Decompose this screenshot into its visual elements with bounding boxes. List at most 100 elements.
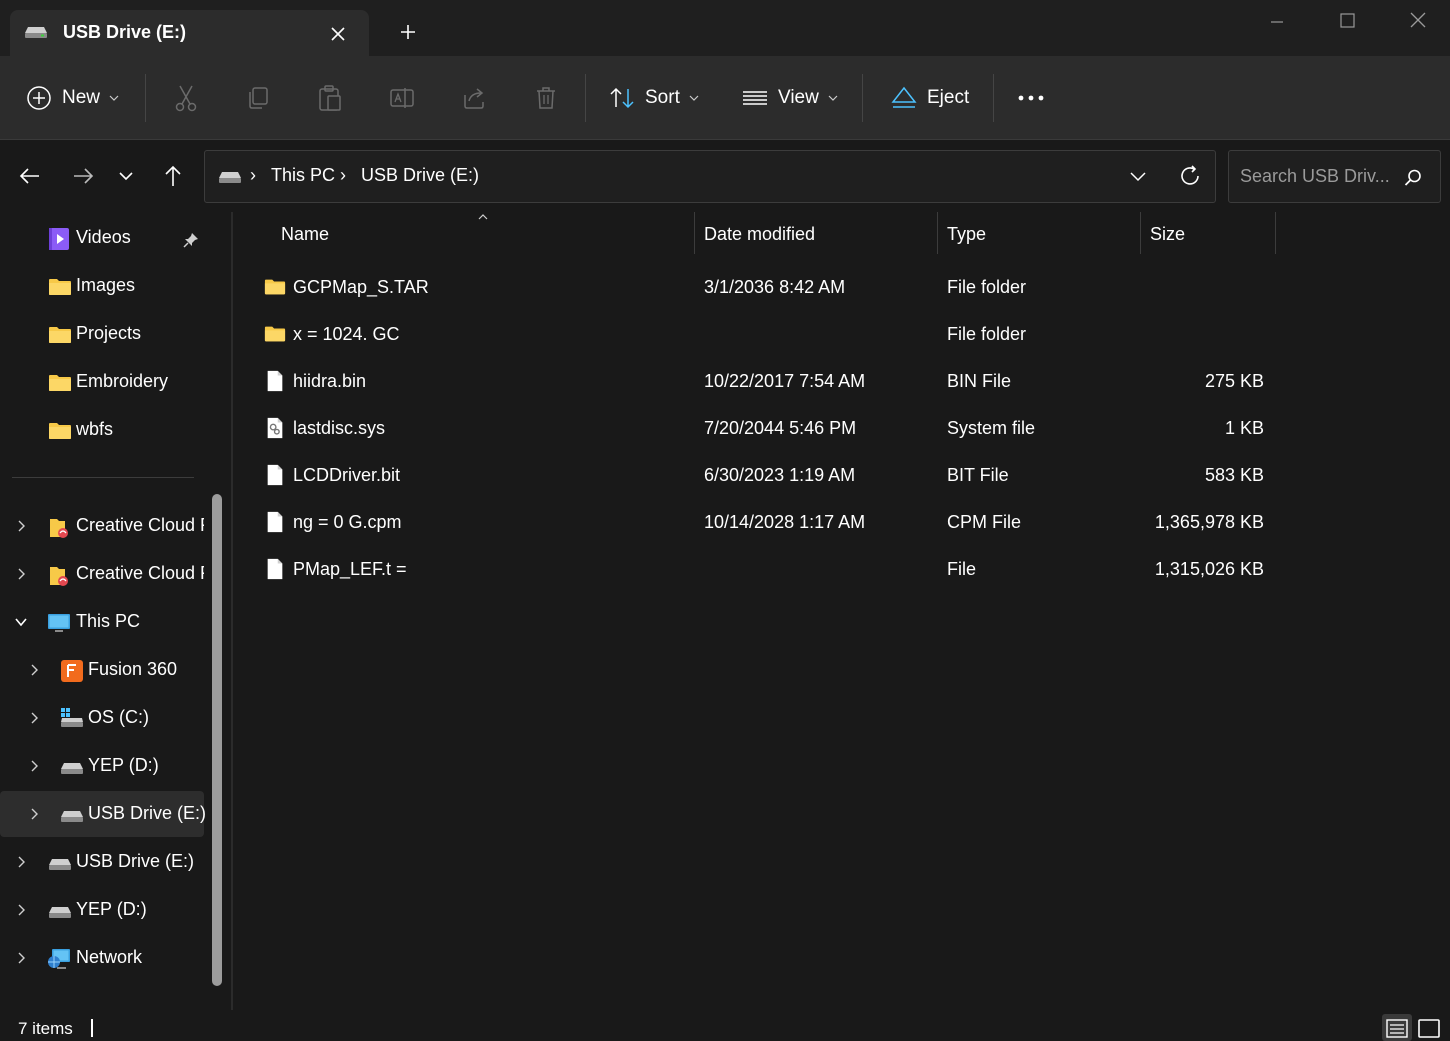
sidebar-item-label: Videos: [76, 227, 131, 247]
close-tab-icon[interactable]: [326, 22, 350, 46]
table-row[interactable]: ng = 0 G.cpm 10/14/2028 1:17 AM CPM File…: [233, 498, 1450, 545]
file-size: 1,315,026 KB: [1154, 559, 1264, 579]
close-window-icon[interactable]: [1404, 8, 1432, 36]
creative-cloud-icon: [50, 519, 68, 538]
sidebar-item-label: Network: [76, 947, 143, 967]
chevron-right-icon[interactable]: [14, 855, 28, 869]
table-row[interactable]: lastdisc.sys 7/20/2044 5:46 PM System fi…: [233, 404, 1450, 451]
minimize-icon[interactable]: [1263, 8, 1291, 36]
chevron-down-icon[interactable]: [1128, 166, 1148, 186]
sort-button[interactable]: Sort: [609, 82, 700, 114]
drive-icon: [61, 763, 83, 774]
table-row[interactable]: LCDDriver.bit 6/30/2023 1:19 AM BIT File…: [233, 451, 1450, 498]
sidebar-item-creative-cloud[interactable]: Creative Cloud F: [0, 551, 204, 597]
table-row[interactable]: GCPMap_S.TAR 3/1/2036 8:42 AM File folde…: [233, 263, 1450, 310]
table-row[interactable]: x = 1024. GC File folder: [233, 310, 1450, 357]
chevron-down-icon[interactable]: [14, 615, 28, 629]
new-tab-icon[interactable]: [396, 20, 420, 44]
tab-usb-drive[interactable]: USB Drive (E:): [10, 10, 369, 56]
share-button[interactable]: [461, 82, 487, 114]
sort-label: Sort: [645, 87, 680, 108]
delete-button[interactable]: [533, 82, 559, 114]
details-view-icon[interactable]: [1382, 1014, 1412, 1041]
table-row[interactable]: hiidra.bin 10/22/2017 7:54 AM BIN File 2…: [233, 357, 1450, 404]
sidebar-scrollbar[interactable]: [212, 494, 222, 986]
maximize-icon[interactable]: [1333, 8, 1361, 36]
cut-button[interactable]: [173, 82, 199, 114]
system-file-icon: [267, 417, 283, 439]
sidebar-item-fusion-360[interactable]: Fusion 360: [0, 647, 204, 693]
file-size: 275 KB: [1204, 371, 1264, 391]
sidebar-item-usb-drive-e[interactable]: USB Drive (E:): [0, 839, 204, 885]
forward-arrow-icon[interactable]: [69, 162, 97, 190]
view-button[interactable]: View: [742, 82, 839, 114]
file-name: hiidra.bin: [293, 371, 367, 391]
breadcrumb-usb-drive[interactable]: USB Drive (E:): [361, 165, 479, 186]
folder-icon: [49, 375, 71, 391]
file-icon: [267, 511, 283, 533]
sidebar-item-creative-cloud[interactable]: Creative Cloud F: [0, 503, 204, 549]
sidebar-item-embroidery[interactable]: Embroidery: [0, 359, 204, 405]
chevron-right-icon[interactable]: [27, 711, 41, 725]
sidebar-item-usb-drive-e[interactable]: USB Drive (E:): [0, 791, 206, 837]
file-type: File: [947, 559, 977, 579]
column-header-type[interactable]: Type: [947, 224, 986, 245]
more-options-button[interactable]: [1017, 82, 1045, 114]
column-divider[interactable]: [1275, 212, 1276, 254]
up-arrow-icon[interactable]: [159, 162, 187, 190]
sidebar-item-label: This PC: [76, 611, 141, 631]
chevron-right-icon[interactable]: [14, 519, 28, 533]
refresh-icon[interactable]: [1178, 164, 1202, 188]
column-header-date-modified[interactable]: Date modified: [704, 224, 815, 245]
rename-button[interactable]: [389, 82, 415, 114]
status-bar: 7 items: [0, 1010, 1450, 1041]
column-header-name[interactable]: Name: [281, 224, 329, 245]
column-divider[interactable]: [1140, 212, 1141, 254]
new-button[interactable]: New: [26, 82, 120, 114]
chevron-right-icon[interactable]: [27, 807, 41, 821]
eject-icon: [891, 86, 917, 108]
sidebar-divider: [12, 477, 194, 478]
sidebar-item-os-c[interactable]: OS (C:): [0, 695, 204, 741]
recent-locations-icon[interactable]: [112, 162, 140, 190]
drive-icon: [49, 859, 71, 870]
chevron-right-icon[interactable]: [14, 567, 28, 581]
address-bar[interactable]: › This PC › USB Drive (E:): [204, 150, 1216, 203]
cut-icon: [175, 85, 197, 112]
sidebar-item-images[interactable]: Images: [0, 263, 204, 309]
column-header-size[interactable]: Size: [1150, 224, 1185, 245]
folder-icon: [49, 327, 71, 343]
sidebar-item-this-pc[interactable]: This PC: [0, 599, 204, 645]
breadcrumb-this-pc[interactable]: This PC: [271, 165, 335, 186]
sidebar-item-yep-d[interactable]: YEP (D:): [0, 743, 204, 789]
file-name: LCDDriver.bit: [293, 465, 401, 485]
tab-title: USB Drive (E:): [63, 22, 187, 42]
file-type: BIT File: [947, 465, 1009, 485]
chevron-right-icon[interactable]: [27, 759, 41, 773]
chevron-right-icon[interactable]: [14, 951, 28, 965]
paste-button[interactable]: [317, 82, 343, 114]
column-divider[interactable]: [937, 212, 938, 254]
chevron-right-icon[interactable]: [14, 903, 28, 917]
sidebar-item-wbfs[interactable]: wbfs: [0, 407, 204, 453]
sidebar-item-videos[interactable]: Videos: [0, 215, 204, 261]
back-arrow-icon[interactable]: [16, 162, 44, 190]
large-icons-view-icon[interactable]: [1414, 1014, 1444, 1041]
title-bar: USB Drive (E:): [0, 0, 1450, 56]
table-row[interactable]: PMap_LEF.t = File 1,315,026 KB: [233, 545, 1450, 592]
breadcrumb-separator[interactable]: ›: [340, 165, 346, 186]
copy-button[interactable]: [245, 82, 271, 114]
search-icon[interactable]: [1403, 168, 1423, 188]
breadcrumb-separator[interactable]: ›: [250, 165, 256, 186]
sidebar-item-projects[interactable]: Projects: [0, 311, 204, 357]
chevron-right-icon[interactable]: [27, 663, 41, 677]
toolbar-divider: [585, 74, 586, 122]
pin-icon[interactable]: [183, 232, 199, 248]
sidebar-item-network[interactable]: Network: [0, 935, 204, 981]
column-divider[interactable]: [694, 212, 695, 254]
sidebar-item-label: wbfs: [76, 419, 114, 439]
navigation-pane: Videos Images Projects Embroidery wbfs C…: [0, 212, 226, 1010]
search-box[interactable]: Search USB Driv...: [1228, 150, 1441, 203]
sidebar-item-yep-d[interactable]: YEP (D:): [0, 887, 204, 933]
eject-button[interactable]: Eject: [891, 82, 969, 114]
